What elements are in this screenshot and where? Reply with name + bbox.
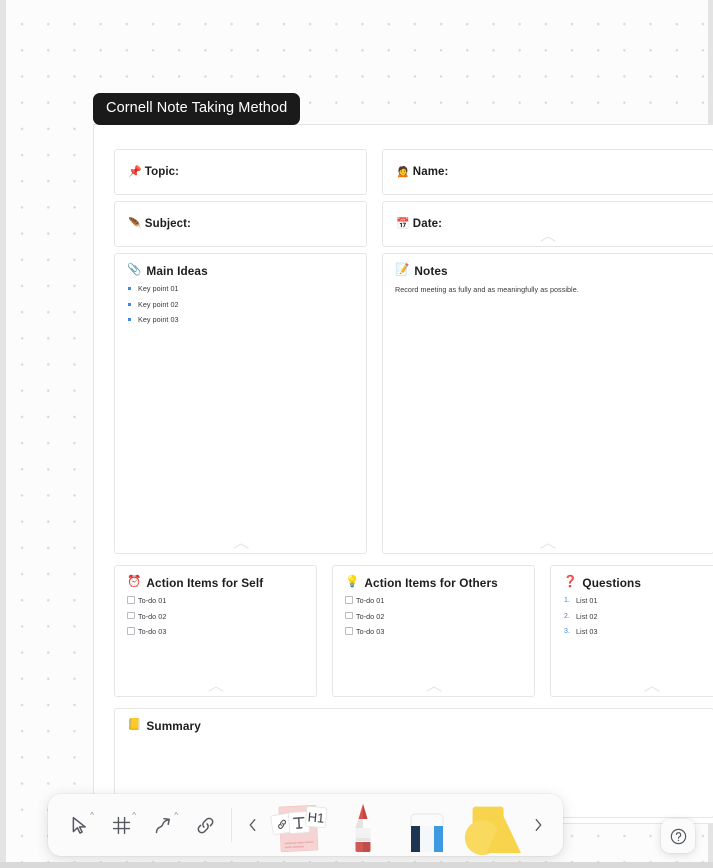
paperclip-icon: 📎	[127, 264, 142, 277]
toolbar-panel: ^ ^ ^ H1	[48, 794, 563, 856]
list-item[interactable]: Key point 03	[127, 316, 354, 324]
list-item[interactable]: Key point 02	[127, 300, 354, 308]
name-label: 🙍 Name:	[396, 166, 448, 178]
calendar-icon: 📅	[396, 217, 410, 230]
pencil-tool[interactable]	[331, 794, 395, 856]
notes-title: 📝 Notes	[395, 264, 713, 278]
list-item[interactable]: Key point 01	[127, 285, 354, 292]
feather-icon: 🪶	[128, 217, 142, 230]
list-item[interactable]: To-do 03	[127, 627, 304, 636]
list-item[interactable]: List 01	[563, 597, 713, 604]
action-items-others-card[interactable]: 💡 Action Items for Others To-do 01 To-do…	[332, 565, 535, 697]
shapes-tool[interactable]	[459, 794, 523, 856]
resize-handle[interactable]	[540, 236, 556, 242]
alarm-clock-icon: ⏰	[127, 576, 142, 589]
questions-card[interactable]: ❓ Questions List 01 List 02 List 03	[550, 565, 713, 697]
frame-tool[interactable]: ^	[100, 801, 142, 849]
list-item[interactable]: To-do 02	[345, 611, 522, 620]
drawing-tool[interactable]: ^	[142, 801, 184, 849]
questions-list: List 01 List 02 List 03	[563, 597, 713, 636]
link-tool[interactable]	[184, 801, 226, 849]
yellow-note-icon: 📒	[127, 719, 142, 732]
topic-field-card[interactable]: 📌 Topic:	[114, 149, 367, 195]
resize-handle[interactable]	[207, 686, 224, 692]
list-item[interactable]: List 02	[563, 612, 713, 619]
date-field-card[interactable]: 📅 Date:	[382, 201, 713, 247]
name-field-card[interactable]: 🙍 Name:	[382, 149, 713, 195]
bottom-toolbar: ^ ^ ^ H1	[48, 794, 563, 856]
toolbar-prev-button[interactable]	[237, 801, 267, 849]
whiteboard-canvas[interactable]: Cornell Note Taking Method 📌 Topic: 🙍 Na…	[0, 0, 713, 868]
notes-body-text[interactable]: Record meeting as fully and as meaningfu…	[395, 285, 701, 296]
toolbar-divider	[231, 808, 232, 842]
page-bottom-edge	[0, 862, 713, 868]
summary-title-text: Summary	[146, 719, 201, 733]
notes-card[interactable]: 📝 Notes Record meeting as fully and as m…	[382, 253, 713, 554]
name-label-text: Name:	[412, 166, 449, 178]
action-items-others-title-text: Action Items for Others	[364, 576, 498, 590]
resize-handle[interactable]	[232, 543, 249, 549]
toolbar-next-button[interactable]	[523, 801, 553, 849]
resize-handle[interactable]	[425, 686, 442, 692]
action-items-self-title: ⏰ Action Items for Self	[127, 576, 316, 590]
frame-title-tab[interactable]: Cornell Note Taking Method	[93, 93, 301, 125]
action-items-self-title-text: Action Items for Self	[146, 576, 264, 590]
help-button[interactable]	[661, 819, 695, 853]
person-icon: 🙍	[396, 165, 410, 178]
topic-label-text: Topic:	[144, 166, 180, 178]
eraser-tool[interactable]	[395, 794, 459, 856]
questions-title-text: Questions	[582, 576, 642, 590]
sticky-note-text-tool[interactable]: H1	[267, 794, 331, 856]
select-tool[interactable]: ^	[58, 801, 100, 849]
questions-title: ❓ Questions	[563, 576, 713, 590]
topic-label: 📌 Topic:	[128, 166, 179, 178]
action-items-self-list: To-do 01 To-do 02 To-do 03	[127, 595, 304, 636]
svg-text:H1: H1	[307, 809, 325, 825]
list-item[interactable]: To-do 01	[345, 595, 522, 604]
date-label: 📅 Date:	[396, 218, 442, 230]
light-bulb-icon: 💡	[345, 576, 360, 589]
list-item[interactable]: To-do 01	[127, 595, 304, 604]
action-items-self-card[interactable]: ⏰ Action Items for Self To-do 01 To-do 0…	[114, 565, 317, 697]
date-label-text: Date:	[412, 218, 443, 230]
subject-field-card[interactable]: 🪶 Subject:	[114, 201, 367, 247]
memo-icon: 📝	[395, 264, 410, 277]
question-mark-icon: ❓	[563, 576, 578, 589]
pushpin-icon: 📌	[128, 165, 142, 178]
notes-title-text: Notes	[414, 264, 448, 278]
main-ideas-list: Key point 01 Key point 02 Key point 03	[127, 285, 354, 324]
chevron-up-icon: ^	[174, 811, 178, 820]
action-items-others-list: To-do 01 To-do 02 To-do 03	[345, 595, 522, 636]
resize-handle[interactable]	[540, 543, 556, 549]
chevron-up-icon: ^	[90, 811, 94, 820]
main-ideas-title: 📎 Main Ideas	[127, 264, 366, 278]
list-item[interactable]: List 03	[563, 628, 713, 635]
chevron-up-icon: ^	[132, 811, 136, 820]
action-items-others-title: 💡 Action Items for Others	[345, 576, 534, 590]
main-ideas-title-text: Main Ideas	[146, 264, 208, 278]
main-ideas-card[interactable]: 📎 Main Ideas Key point 01 Key point 02 K…	[114, 253, 367, 554]
subject-label-text: Subject:	[144, 218, 191, 230]
list-item[interactable]: To-do 02	[127, 611, 304, 620]
summary-title: 📒 Summary	[127, 719, 713, 733]
list-item[interactable]: To-do 03	[345, 627, 522, 636]
subject-label: 🪶 Subject:	[128, 218, 191, 230]
resize-handle[interactable]	[643, 686, 660, 692]
cornell-note-frame[interactable]: 📌 Topic: 🙍 Name: 🪶 Subject: 📅 Date: 📎 Ma…	[93, 124, 713, 824]
